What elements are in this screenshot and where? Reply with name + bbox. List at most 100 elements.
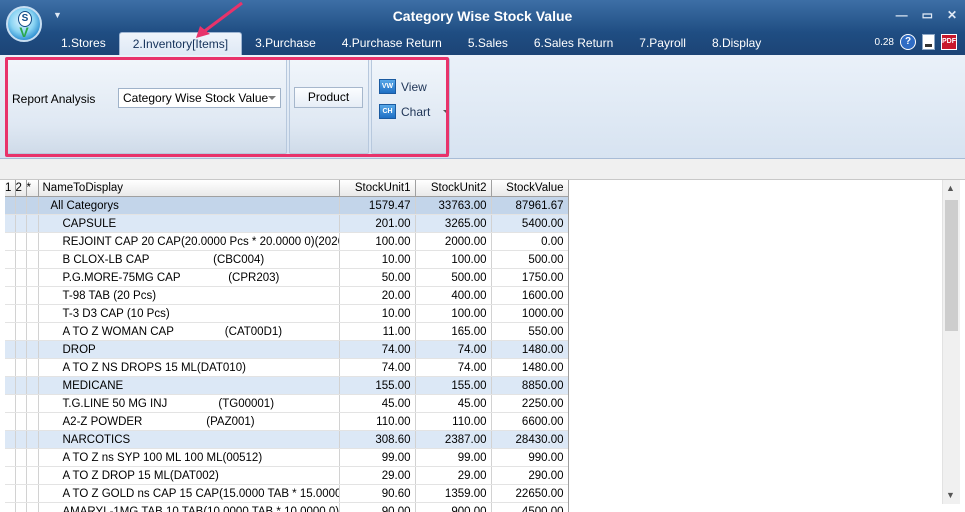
row-level2-cell[interactable] (15, 358, 27, 377)
row-stockvalue-cell[interactable]: 4500.00 (491, 502, 568, 512)
row-star-cell[interactable] (26, 376, 39, 395)
row-stockunit1-cell[interactable]: 155.00 (339, 376, 416, 395)
document-icon[interactable] (922, 34, 935, 50)
row-level2-cell[interactable] (15, 430, 27, 449)
col-header-star[interactable]: * (26, 180, 39, 197)
row-level1-cell[interactable] (5, 358, 16, 377)
row-stockvalue-cell[interactable]: 6600.00 (491, 412, 568, 431)
category-row[interactable]: NARCOTICS 308.60 2387.00 28430.00 (5, 430, 568, 449)
row-level1-cell[interactable] (5, 232, 16, 251)
close-button[interactable]: ✕ (947, 8, 957, 22)
row-name-cell[interactable]: P.G.MORE-75MG CAP (CPR203) (38, 268, 340, 287)
row-level1-cell[interactable] (5, 340, 16, 359)
scroll-thumb[interactable] (945, 200, 958, 331)
row-level1-cell[interactable] (5, 250, 16, 269)
row-star-cell[interactable] (26, 502, 39, 512)
row-level1-cell[interactable] (5, 394, 16, 413)
row-level1-cell[interactable] (5, 430, 16, 449)
row-level2-cell[interactable] (15, 466, 27, 485)
category-row[interactable]: CAPSULE 201.00 3265.00 5400.00 (5, 214, 568, 233)
row-stockvalue-cell[interactable]: 990.00 (491, 448, 568, 467)
row-star-cell[interactable] (26, 358, 39, 377)
row-stockunit1-cell[interactable]: 90.60 (339, 484, 416, 503)
col-header-level1[interactable]: 1 (5, 180, 16, 197)
row-stockunit2-cell[interactable]: 99.00 (415, 448, 492, 467)
tab-sales-return[interactable]: 6.Sales Return (521, 32, 626, 54)
row-name-cell[interactable]: AMARYL-1MG TAB 10 TAB(10.0000 TAB * 10.0… (38, 502, 340, 512)
row-stockunit1-cell[interactable]: 29.00 (339, 466, 416, 485)
total-row[interactable]: All Categorys 1579.47 33763.00 87961.67 (5, 196, 568, 215)
item-row[interactable]: A TO Z ns SYP 100 ML 100 ML(00512) 99.00 9… (5, 448, 568, 467)
col-header-level2[interactable]: 2 (15, 180, 27, 197)
row-stockunit2-cell[interactable]: 29.00 (415, 466, 492, 485)
row-stockvalue-cell[interactable]: 1480.00 (491, 358, 568, 377)
row-star-cell[interactable] (26, 322, 39, 341)
item-row[interactable]: A TO Z GOLD ns CAP 15 CAP(15.0000 TAB * … (5, 484, 568, 503)
row-stockunit2-cell[interactable]: 400.00 (415, 286, 492, 305)
row-name-cell[interactable]: A TO Z GOLD ns CAP 15 CAP(15.0000 TAB * … (38, 484, 340, 503)
item-row[interactable]: A TO Z DROP 15 ML(DAT002) 29.00 29.00 290.0… (5, 466, 568, 485)
col-header-stockvalue[interactable]: StockValue (491, 180, 568, 197)
item-row[interactable]: A TO Z WOMAN CAP (CAT00D1) 11.00 165.00 550… (5, 322, 568, 341)
row-level2-cell[interactable] (15, 268, 27, 287)
row-level1-cell[interactable] (5, 322, 16, 341)
row-stockunit2-cell[interactable]: 74.00 (415, 340, 492, 359)
row-stockunit1-cell[interactable]: 50.00 (339, 268, 416, 287)
row-star-cell[interactable] (26, 268, 39, 287)
row-stockunit2-cell[interactable]: 2000.00 (415, 232, 492, 251)
row-name-cell[interactable]: T-3 D3 CAP (10 Pcs) (38, 304, 340, 323)
row-star-cell[interactable] (26, 412, 39, 431)
row-level2-cell[interactable] (15, 304, 27, 323)
row-level1-cell[interactable] (5, 466, 16, 485)
row-stockvalue-cell[interactable]: 2250.00 (491, 394, 568, 413)
row-star-cell[interactable] (26, 430, 39, 449)
row-stockunit1-cell[interactable]: 99.00 (339, 448, 416, 467)
row-level2-cell[interactable] (15, 340, 27, 359)
col-header-stockunit2[interactable]: StockUnit2 (415, 180, 492, 197)
row-name-cell[interactable]: A TO Z DROP 15 ML(DAT002) (38, 466, 340, 485)
category-row[interactable]: MEDICANE 155.00 155.00 8850.00 (5, 376, 568, 395)
row-level1-cell[interactable] (5, 196, 16, 215)
row-stockunit2-cell[interactable]: 110.00 (415, 412, 492, 431)
row-stockunit1-cell[interactable]: 308.60 (339, 430, 416, 449)
help-icon[interactable]: ? (900, 34, 916, 50)
row-name-cell[interactable]: All Categorys (38, 196, 340, 215)
row-stockunit1-cell[interactable]: 201.00 (339, 214, 416, 233)
row-stockunit1-cell[interactable]: 11.00 (339, 322, 416, 341)
row-stockvalue-cell[interactable]: 1600.00 (491, 286, 568, 305)
row-stockvalue-cell[interactable]: 500.00 (491, 250, 568, 269)
row-name-cell[interactable]: MEDICANE (38, 376, 340, 395)
row-level2-cell[interactable] (15, 250, 27, 269)
row-star-cell[interactable] (26, 466, 39, 485)
row-stockunit2-cell[interactable]: 33763.00 (415, 196, 492, 215)
item-row[interactable]: B CLOX-LB CAP (CBC004) 10.00 100.00 500.00 (5, 250, 568, 269)
row-stockunit2-cell[interactable]: 900.00 (415, 502, 492, 512)
row-star-cell[interactable] (26, 286, 39, 305)
row-stockunit2-cell[interactable]: 2387.00 (415, 430, 492, 449)
row-name-cell[interactable]: A TO Z WOMAN CAP (CAT00D1) (38, 322, 340, 341)
row-name-cell[interactable]: NARCOTICS (38, 430, 340, 449)
row-level2-cell[interactable] (15, 412, 27, 431)
row-star-cell[interactable] (26, 232, 39, 251)
row-stockvalue-cell[interactable]: 8850.00 (491, 376, 568, 395)
row-level1-cell[interactable] (5, 448, 16, 467)
row-star-cell[interactable] (26, 340, 39, 359)
row-name-cell[interactable]: REJOINT CAP 20 CAP(20.0000 Pcs * 20.0000… (38, 232, 340, 251)
item-row[interactable]: REJOINT CAP 20 CAP(20.0000 Pcs * 20.0000… (5, 232, 568, 251)
row-name-cell[interactable]: DROP (38, 340, 340, 359)
row-stockunit2-cell[interactable]: 155.00 (415, 376, 492, 395)
stock-grid[interactable]: 1 2 * NameToDisplay StockUnit1 StockUnit… (5, 180, 568, 512)
row-level2-cell[interactable] (15, 484, 27, 503)
row-stockvalue-cell[interactable]: 1480.00 (491, 340, 568, 359)
row-level1-cell[interactable] (5, 286, 16, 305)
item-row[interactable]: T-3 D3 CAP (10 Pcs) 10.00 100.00 1000.00 (5, 304, 568, 323)
row-level1-cell[interactable] (5, 268, 16, 287)
row-stockunit1-cell[interactable]: 10.00 (339, 250, 416, 269)
row-stockvalue-cell[interactable]: 22650.00 (491, 484, 568, 503)
col-header-name[interactable]: NameToDisplay (38, 180, 340, 197)
row-name-cell[interactable]: T-98 TAB (20 Pcs) (38, 286, 340, 305)
category-row[interactable]: DROP 74.00 74.00 1480.00 (5, 340, 568, 359)
tab-display[interactable]: 8.Display (699, 32, 774, 54)
row-level1-cell[interactable] (5, 214, 16, 233)
row-level2-cell[interactable] (15, 286, 27, 305)
